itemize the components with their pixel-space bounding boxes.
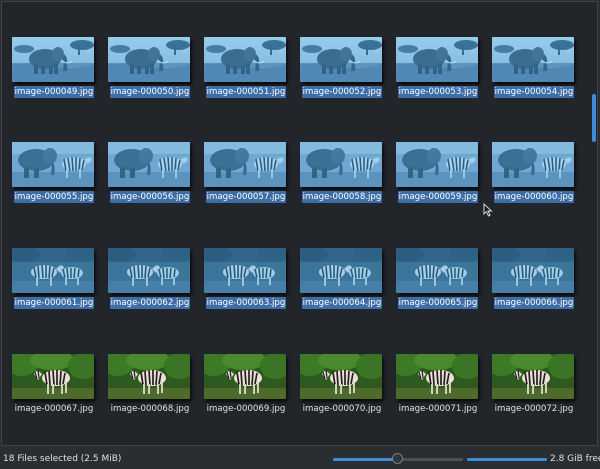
file-thumbnail[interactable] <box>300 354 382 399</box>
file-name-label[interactable]: image-000071.jpg <box>398 403 478 415</box>
file-item[interactable]: image-000067.jpg <box>2 354 98 429</box>
file-item[interactable]: image-000056.jpg <box>98 142 194 217</box>
file-name-label[interactable]: image-000062.jpg <box>110 297 190 309</box>
file-name-label[interactable]: image-000068.jpg <box>110 403 190 415</box>
thumbnail-grid: image-000049.jpg image-000050.jpg image-00… <box>2 2 587 445</box>
file-item[interactable]: image-000058.jpg <box>290 142 386 217</box>
file-name-label[interactable]: image-000060.jpg <box>494 191 574 203</box>
file-item[interactable]: image-000060.jpg <box>482 142 578 217</box>
file-item[interactable]: image-000050.jpg <box>98 37 194 112</box>
file-thumbnail[interactable] <box>396 248 478 293</box>
vertical-scrollbar[interactable] <box>589 3 597 445</box>
file-thumbnail[interactable] <box>300 37 382 82</box>
file-thumbnail[interactable] <box>12 37 94 82</box>
free-space-label: 2.8 GiB free <box>550 454 600 464</box>
file-name-label[interactable]: image-000054.jpg <box>494 86 574 98</box>
free-space-bar-fill <box>467 458 547 461</box>
scrollbar-thumb[interactable] <box>592 94 596 142</box>
file-item[interactable]: image-000053.jpg <box>386 37 482 112</box>
file-item[interactable]: image-000066.jpg <box>482 248 578 323</box>
file-name-label[interactable]: image-000055.jpg <box>14 191 94 203</box>
file-thumbnail[interactable] <box>108 142 190 187</box>
file-thumbnail[interactable] <box>204 248 286 293</box>
file-thumbnail[interactable] <box>204 37 286 82</box>
zoom-slider-handle[interactable] <box>392 453 403 464</box>
file-view[interactable]: image-000049.jpg image-000050.jpg image-00… <box>1 1 598 446</box>
file-thumbnail[interactable] <box>492 354 574 399</box>
file-item[interactable]: image-000063.jpg <box>194 248 290 323</box>
file-thumbnail[interactable] <box>492 248 574 293</box>
file-thumbnail[interactable] <box>12 142 94 187</box>
file-thumbnail[interactable] <box>396 354 478 399</box>
arrow-pointer-icon <box>483 203 493 217</box>
file-item[interactable]: image-000054.jpg <box>482 37 578 112</box>
file-item[interactable]: image-000064.jpg <box>290 248 386 323</box>
file-thumbnail[interactable] <box>204 354 286 399</box>
file-item[interactable]: image-000071.jpg <box>386 354 482 429</box>
zoom-slider[interactable] <box>333 453 463 465</box>
file-item[interactable]: image-000059.jpg <box>386 142 482 217</box>
file-thumbnail[interactable] <box>108 248 190 293</box>
file-thumbnail[interactable] <box>12 354 94 399</box>
file-item[interactable]: image-000069.jpg <box>194 354 290 429</box>
file-name-label[interactable]: image-000065.jpg <box>398 297 478 309</box>
zoom-slider-fill <box>333 458 398 461</box>
file-thumbnail[interactable] <box>396 37 478 82</box>
file-item[interactable]: image-000052.jpg <box>290 37 386 112</box>
file-name-label[interactable]: image-000051.jpg <box>206 86 286 98</box>
file-item[interactable]: image-000057.jpg <box>194 142 290 217</box>
file-name-label[interactable]: image-000056.jpg <box>110 191 190 203</box>
status-bar: 18 Files selected (2.5 MiB) 2.8 GiB free <box>0 449 600 469</box>
file-item[interactable]: image-000051.jpg <box>194 37 290 112</box>
file-item[interactable]: image-000072.jpg <box>482 354 578 429</box>
free-space-bar <box>467 458 547 461</box>
file-name-label[interactable]: image-000058.jpg <box>302 191 382 203</box>
file-item[interactable]: image-000061.jpg <box>2 248 98 323</box>
file-thumbnail[interactable] <box>492 142 574 187</box>
selection-status: 18 Files selected (2.5 MiB) <box>3 454 122 464</box>
file-item[interactable]: image-000055.jpg <box>2 142 98 217</box>
file-item[interactable]: image-000068.jpg <box>98 354 194 429</box>
file-item[interactable]: image-000062.jpg <box>98 248 194 323</box>
file-thumbnail[interactable] <box>300 248 382 293</box>
file-name-label[interactable]: image-000069.jpg <box>206 403 286 415</box>
file-name-label[interactable]: image-000066.jpg <box>494 297 574 309</box>
file-name-label[interactable]: image-000070.jpg <box>302 403 382 415</box>
file-name-label[interactable]: image-000063.jpg <box>206 297 286 309</box>
file-thumbnail[interactable] <box>12 248 94 293</box>
file-item[interactable]: image-000070.jpg <box>290 354 386 429</box>
file-thumbnail[interactable] <box>492 37 574 82</box>
file-item[interactable]: image-000049.jpg <box>2 37 98 112</box>
file-item[interactable]: image-000065.jpg <box>386 248 482 323</box>
file-name-label[interactable]: image-000059.jpg <box>398 191 478 203</box>
file-name-label[interactable]: image-000049.jpg <box>14 86 94 98</box>
file-thumbnail[interactable] <box>204 142 286 187</box>
file-name-label[interactable]: image-000072.jpg <box>494 403 574 415</box>
file-name-label[interactable]: image-000061.jpg <box>14 297 94 309</box>
file-name-label[interactable]: image-000052.jpg <box>302 86 382 98</box>
file-name-label[interactable]: image-000050.jpg <box>110 86 190 98</box>
file-name-label[interactable]: image-000057.jpg <box>206 191 286 203</box>
file-thumbnail[interactable] <box>300 142 382 187</box>
file-thumbnail[interactable] <box>108 354 190 399</box>
file-name-label[interactable]: image-000067.jpg <box>14 403 94 415</box>
file-thumbnail[interactable] <box>108 37 190 82</box>
file-name-label[interactable]: image-000053.jpg <box>398 86 478 98</box>
file-name-label[interactable]: image-000064.jpg <box>302 297 382 309</box>
file-thumbnail[interactable] <box>396 142 478 187</box>
